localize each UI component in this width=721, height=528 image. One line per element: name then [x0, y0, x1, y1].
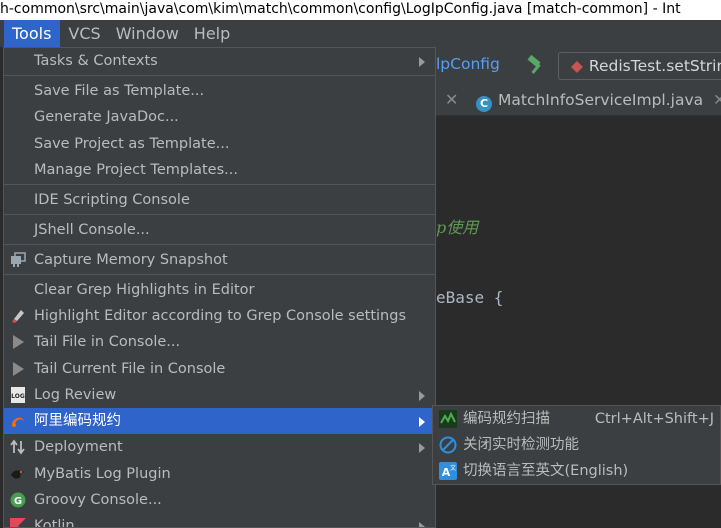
- code-line: eBase {: [436, 288, 504, 307]
- menu-item-label: JShell Console...: [34, 222, 150, 238]
- editor-tab-label: MatchInfoServiceImpl.java: [498, 91, 704, 109]
- menu-item-manage-project-templates[interactable]: Manage Project Templates...: [4, 157, 435, 183]
- submenu-arrow-icon: [419, 443, 425, 453]
- mybatis-bird-icon: [11, 470, 24, 479]
- kotlin-icon: [10, 518, 26, 527]
- menu-item-kotlin[interactable]: Kotlin: [4, 513, 435, 528]
- menu-item-ide-scripting-console[interactable]: IDE Scripting Console: [4, 187, 435, 213]
- menu-item-label: Tasks & Contexts: [34, 53, 158, 69]
- run-config-label: RedisTest.setStrin: [588, 57, 721, 75]
- submenu-arrow-icon: [419, 57, 425, 67]
- menu-item-label: IDE Scripting Console: [34, 192, 190, 208]
- code-comment: p使用: [436, 218, 479, 237]
- keyboard-shortcut: Ctrl+Alt+Shift+J: [594, 411, 714, 427]
- menu-item-generate-javadoc[interactable]: Generate JavaDoc...: [4, 104, 435, 130]
- menu-item-label: Capture Memory Snapshot: [34, 252, 228, 268]
- highlighter-icon: [12, 310, 24, 323]
- menu-item-label: Highlight Editor according to Grep Conso…: [34, 308, 407, 324]
- menu-item-groovy-console[interactable]: G Groovy Console...: [4, 487, 435, 513]
- menu-item-label: Log Review: [34, 387, 117, 403]
- memory-snapshot-icon: [11, 252, 26, 267]
- build-hammer-icon[interactable]: [524, 55, 546, 75]
- window-title: h-common\src\main\java\com\kim\match\com…: [0, 0, 721, 20]
- menu-item-capture-memory-snapshot[interactable]: Capture Memory Snapshot: [4, 247, 435, 273]
- menu-item-tail-current-file[interactable]: Tail Current File in Console: [4, 356, 435, 382]
- svg-text:LOG: LOG: [11, 393, 25, 400]
- menu-item-label: Groovy Console...: [34, 492, 162, 508]
- scan-chart-icon: [439, 410, 457, 428]
- menu-item-save-file-as-template[interactable]: Save File as Template...: [4, 78, 435, 104]
- separator: [4, 75, 435, 76]
- disable-circle-icon: [439, 436, 457, 454]
- svg-text:文: 文: [450, 464, 456, 472]
- menu-item-label: Kotlin: [34, 518, 75, 528]
- submenu-arrow-icon: [419, 522, 425, 527]
- menu-item-label: Clear Grep Highlights in Editor: [34, 282, 255, 298]
- menu-window[interactable]: Window: [108, 20, 186, 47]
- submenu-arrow-icon: [419, 417, 425, 427]
- menu-tools[interactable]: Tools: [4, 20, 61, 47]
- menu-vcs[interactable]: VCS: [60, 20, 107, 47]
- menu-item-close-realtime-detection[interactable]: 关闭实时检测功能: [433, 432, 720, 458]
- menu-help[interactable]: Help: [186, 20, 237, 47]
- menu-item-label: 编码规约扫描: [463, 411, 550, 427]
- menu-item-switch-language[interactable]: A 文 切换语言至英文(English): [433, 458, 720, 484]
- menu-item-label: Save Project as Template...: [34, 136, 230, 152]
- menu-item-label: Tail Current File in Console: [34, 361, 226, 377]
- menu-item-label: Manage Project Templates...: [34, 162, 238, 178]
- menu-item-label: Save File as Template...: [34, 83, 205, 99]
- menu-item-mybatis-log-plugin[interactable]: MyBatis Log Plugin: [4, 461, 435, 487]
- menu-item-log-review[interactable]: LOG Log Review: [4, 382, 435, 408]
- menu-item-deployment[interactable]: Deployment: [4, 434, 435, 460]
- menu-item-alibaba-coding-guidelines[interactable]: 阿里编码规约: [4, 408, 435, 434]
- run-config-icon: ◆: [571, 57, 583, 75]
- run-configuration-select[interactable]: ◆ RedisTest.setStrin: [558, 52, 721, 80]
- menu-item-label: 切换语言至英文(English): [463, 463, 629, 479]
- menu-item-label: Deployment: [34, 439, 123, 455]
- play-icon: [13, 335, 24, 349]
- menu-item-label: Generate JavaDoc...: [34, 109, 179, 125]
- close-tab-icon[interactable]: ✕: [713, 91, 721, 109]
- editor-tab[interactable]: C MatchInfoServiceImpl.java ✕: [476, 85, 721, 115]
- separator: [4, 214, 435, 215]
- alibaba-logo-icon: [12, 417, 24, 427]
- menu-item-coding-scan[interactable]: 编码规约扫描 Ctrl+Alt+Shift+J: [433, 406, 720, 432]
- menu-item-jshell-console[interactable]: JShell Console...: [4, 217, 435, 243]
- deployment-arrows-icon: [10, 439, 25, 455]
- menu-item-highlight-editor-grep[interactable]: Highlight Editor according to Grep Conso…: [4, 303, 435, 329]
- menu-item-tail-file[interactable]: Tail File in Console...: [4, 329, 435, 355]
- translate-icon: A 文: [439, 462, 457, 480]
- groovy-icon: G: [10, 492, 26, 508]
- menu-item-label: Tail File in Console...: [34, 334, 181, 350]
- log-icon: LOG: [11, 387, 25, 403]
- menu-item-clear-grep-highlights[interactable]: Clear Grep Highlights in Editor: [4, 277, 435, 303]
- separator: [4, 274, 435, 275]
- menu-bar: Tools VCS Window Help: [0, 20, 721, 47]
- menu-item-tasks-contexts[interactable]: Tasks & Contexts: [4, 48, 435, 74]
- menu-item-save-project-as-template[interactable]: Save Project as Template...: [4, 131, 435, 157]
- menu-item-label: MyBatis Log Plugin: [34, 466, 171, 482]
- separator: [4, 244, 435, 245]
- java-class-icon: C: [476, 96, 492, 112]
- breadcrumb[interactable]: lpConfig: [436, 55, 500, 73]
- menu-item-label: 关闭实时检测功能: [463, 437, 579, 453]
- close-tab-icon[interactable]: ✕: [445, 90, 458, 109]
- separator: [4, 184, 435, 185]
- navigation-bar: lpConfig ◆ RedisTest.setStrin: [436, 47, 721, 86]
- menu-item-label: 阿里编码规约: [34, 413, 121, 429]
- submenu-arrow-icon: [419, 391, 425, 401]
- play-icon: [13, 362, 24, 376]
- editor-tab-bar: ✕ C MatchInfoServiceImpl.java ✕: [436, 85, 721, 116]
- tools-menu: Tasks & Contexts Save File as Template..…: [3, 47, 436, 528]
- svg-text:G: G: [14, 496, 22, 507]
- alibaba-submenu: 编码规约扫描 Ctrl+Alt+Shift+J 关闭实时检测功能 A 文 切换语…: [432, 405, 721, 485]
